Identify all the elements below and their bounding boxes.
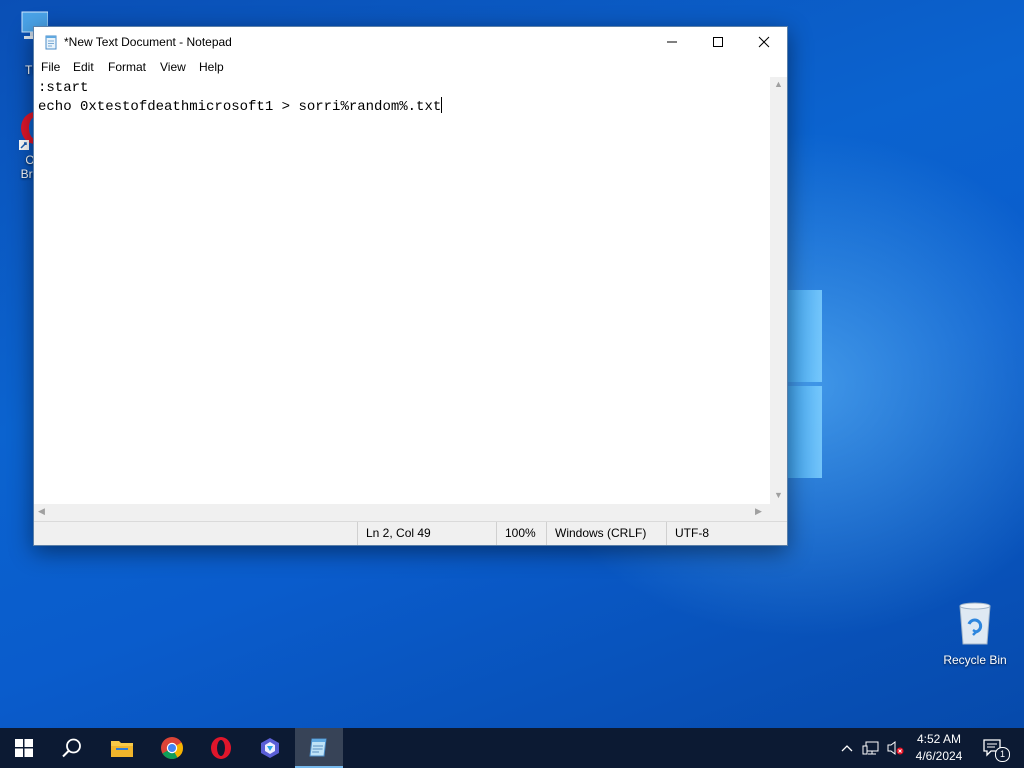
minimize-icon xyxy=(667,41,677,43)
desktop-icon-label: Recycle Bin xyxy=(943,653,1007,667)
search-icon xyxy=(62,738,81,758)
scroll-corner xyxy=(770,504,787,521)
text-line: echo 0xtestofdeathmicrosoft1 > sorri%ran… xyxy=(38,99,442,115)
close-icon xyxy=(758,36,770,48)
window-title: *New Text Document - Notepad xyxy=(64,35,232,49)
title-bar[interactable]: *New Text Document - Notepad xyxy=(34,27,787,57)
volume-muted-icon xyxy=(887,741,904,755)
taskbar-chrome[interactable] xyxy=(148,728,196,768)
status-zoom: 100% xyxy=(496,522,546,545)
status-position: Ln 2, Col 49 xyxy=(357,522,496,545)
menu-bar: File Edit Format View Help xyxy=(34,57,787,77)
copilot-icon xyxy=(261,738,279,758)
chrome-icon xyxy=(161,737,183,759)
opera-icon xyxy=(211,737,231,759)
start-button[interactable] xyxy=(0,728,48,768)
clock-date: 4/6/2024 xyxy=(915,749,963,763)
scroll-down-icon[interactable]: ▼ xyxy=(774,490,783,500)
text-editor[interactable]: :start echo 0xtestofdeathmicrosoft1 > so… xyxy=(34,77,770,504)
menu-file[interactable]: File xyxy=(41,60,60,74)
text-caret xyxy=(441,97,443,113)
scroll-left-icon[interactable]: ◀ xyxy=(38,506,45,517)
maximize-icon xyxy=(713,37,723,47)
notepad-icon xyxy=(309,738,327,757)
text-line: :start xyxy=(38,80,89,96)
desktop-icon-recycle-bin[interactable]: Recycle Bin xyxy=(940,600,1010,667)
menu-view[interactable]: View xyxy=(160,60,186,74)
windows-start-icon xyxy=(15,739,33,757)
menu-format[interactable]: Format xyxy=(108,60,146,74)
status-line-ending: Windows (CRLF) xyxy=(546,522,666,545)
taskbar-file-explorer[interactable] xyxy=(98,728,146,768)
chevron-up-icon xyxy=(841,745,853,752)
menu-help[interactable]: Help xyxy=(199,60,224,74)
notification-count-badge: 1 xyxy=(995,747,1010,762)
clock-time: 4:52 AM xyxy=(916,732,962,746)
taskbar-copilot[interactable] xyxy=(246,728,294,768)
search-button[interactable] xyxy=(48,728,96,768)
taskbar: 4:52 AM 4/6/2024 1 xyxy=(0,728,1024,768)
text-line-with-caret: echo 0xtestofdeathmicrosoft1 > sorri%ran… xyxy=(38,97,770,115)
file-explorer-icon xyxy=(111,741,133,757)
notepad-app-icon xyxy=(45,35,57,50)
horizontal-scrollbar[interactable]: ◀ ▶ xyxy=(34,504,770,521)
notification-center-button[interactable]: 1 xyxy=(978,728,1010,768)
maximize-button[interactable] xyxy=(695,27,741,57)
recycle-bin-icon xyxy=(959,602,991,645)
status-encoding: UTF-8 xyxy=(666,522,787,545)
close-button[interactable] xyxy=(741,27,787,57)
scroll-up-icon[interactable]: ▲ xyxy=(774,79,783,89)
network-icon xyxy=(862,741,879,755)
minimize-button[interactable] xyxy=(649,27,695,57)
network-button[interactable] xyxy=(860,728,882,768)
scroll-right-icon[interactable]: ▶ xyxy=(755,506,762,517)
taskbar-opera[interactable] xyxy=(197,728,245,768)
windows-logo-wallpaper xyxy=(786,290,822,480)
menu-edit[interactable]: Edit xyxy=(73,60,94,74)
status-bar: Ln 2, Col 49 100% Windows (CRLF) UTF-8 xyxy=(34,521,787,545)
show-hidden-icons-button[interactable] xyxy=(838,728,856,768)
taskbar-clock[interactable]: 4:52 AM 4/6/2024 xyxy=(906,731,972,765)
vertical-scrollbar[interactable]: ▲ ▼ xyxy=(770,77,787,504)
volume-button[interactable] xyxy=(884,728,906,768)
taskbar-notepad[interactable] xyxy=(295,728,343,768)
notepad-window[interactable]: *New Text Document - Notepad File Edit F… xyxy=(33,26,788,546)
